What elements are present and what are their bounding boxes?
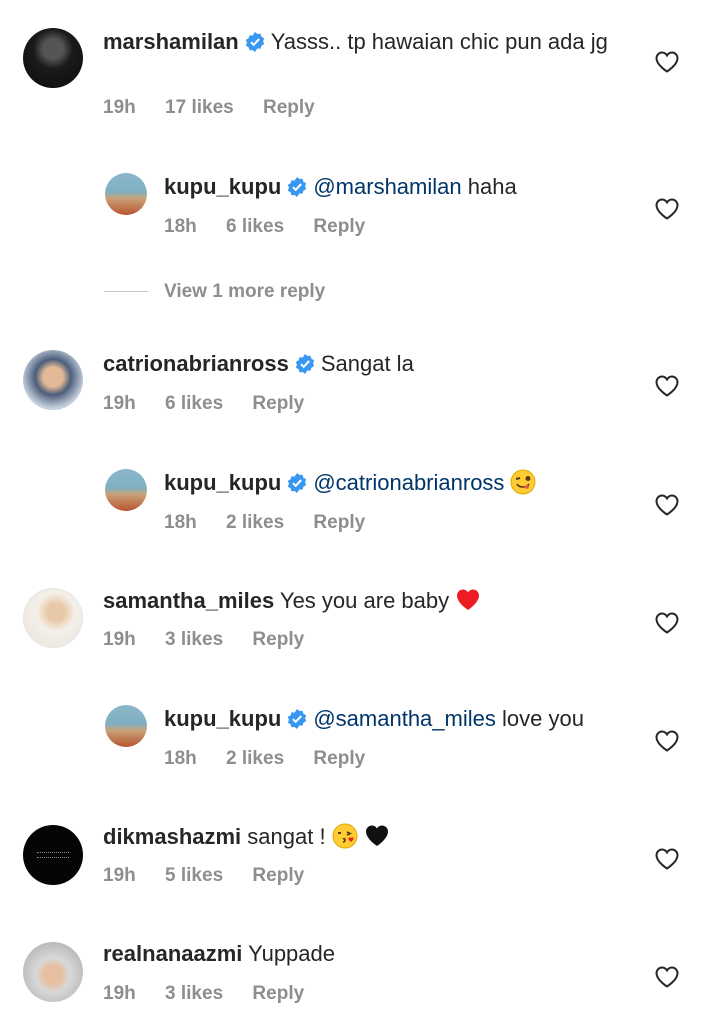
- username[interactable]: samantha_miles: [103, 588, 274, 613]
- avatar-logo: [37, 852, 69, 858]
- avatar[interactable]: [105, 469, 147, 511]
- likes-count[interactable]: 17 likes: [165, 97, 234, 118]
- timestamp: 19h: [103, 393, 136, 414]
- likes-count[interactable]: 3 likes: [165, 629, 223, 650]
- heart-icon[interactable]: [655, 966, 679, 988]
- avatar[interactable]: [23, 942, 83, 1002]
- avatar[interactable]: [23, 588, 83, 648]
- heart-icon[interactable]: [655, 494, 679, 516]
- likes-count[interactable]: 5 likes: [165, 865, 223, 886]
- avatar[interactable]: [23, 350, 83, 410]
- avatar[interactable]: [23, 28, 83, 88]
- timestamp: 19h: [103, 865, 136, 886]
- timestamp: 19h: [103, 983, 136, 1004]
- timestamp: 18h: [164, 748, 197, 769]
- kissing-face-emoji-icon: [332, 823, 358, 849]
- black-heart-emoji-icon: [365, 825, 388, 846]
- username[interactable]: marshamilan: [103, 29, 239, 54]
- likes-count[interactable]: 3 likes: [165, 983, 223, 1004]
- username[interactable]: kupu_kupu: [164, 470, 281, 495]
- reply-button[interactable]: Reply: [313, 748, 365, 769]
- comment-text: Yasss.. tp hawaian chic pun ada jg: [270, 29, 608, 54]
- red-heart-emoji-icon: [457, 589, 480, 610]
- reply-button[interactable]: Reply: [252, 629, 304, 650]
- likes-count[interactable]: 2 likes: [226, 512, 284, 533]
- reply-button[interactable]: Reply: [252, 983, 304, 1004]
- mention-link[interactable]: @catrionabrianross: [313, 470, 504, 495]
- heart-icon[interactable]: [655, 198, 679, 220]
- view-more-replies-button[interactable]: View 1 more reply: [104, 281, 325, 303]
- timestamp: 19h: [103, 629, 136, 650]
- timestamp: 18h: [164, 512, 197, 533]
- username[interactable]: realnanaazmi: [103, 941, 242, 966]
- verified-badge-icon: [288, 473, 307, 493]
- reply-button[interactable]: Reply: [313, 216, 365, 237]
- likes-count[interactable]: 2 likes: [226, 748, 284, 769]
- heart-icon[interactable]: [655, 730, 679, 752]
- timestamp: 18h: [164, 216, 197, 237]
- reply-button[interactable]: Reply: [313, 512, 365, 533]
- comment-text: haha: [467, 174, 517, 199]
- verified-badge-icon: [245, 32, 264, 52]
- username[interactable]: dikmashazmi: [103, 824, 241, 849]
- likes-count[interactable]: 6 likes: [165, 393, 223, 414]
- winking-tongue-emoji-icon: [510, 469, 536, 495]
- heart-icon[interactable]: [655, 612, 679, 634]
- reply-button[interactable]: Reply: [263, 97, 315, 118]
- avatar[interactable]: [105, 705, 147, 747]
- divider: [104, 291, 148, 293]
- comment-text: Yuppade: [248, 941, 335, 966]
- username[interactable]: catrionabrianross: [103, 351, 289, 376]
- heart-icon[interactable]: [655, 848, 679, 870]
- mention-link[interactable]: @samantha_miles: [313, 706, 496, 731]
- comment-text: love you: [502, 706, 584, 731]
- heart-icon[interactable]: [655, 51, 679, 73]
- heart-icon[interactable]: [655, 375, 679, 397]
- comment-text: Yes you are baby: [279, 588, 450, 613]
- username[interactable]: kupu_kupu: [164, 174, 281, 199]
- username[interactable]: kupu_kupu: [164, 706, 281, 731]
- verified-badge-icon: [295, 354, 314, 374]
- mention-link[interactable]: @marshamilan: [313, 174, 461, 199]
- view-more-label: View 1 more reply: [164, 281, 326, 302]
- reply-button[interactable]: Reply: [252, 865, 304, 886]
- verified-badge-icon: [288, 709, 307, 729]
- comment-text: Sangat la: [320, 351, 414, 376]
- reply-button[interactable]: Reply: [252, 393, 304, 414]
- avatar[interactable]: [23, 825, 83, 885]
- likes-count[interactable]: 6 likes: [226, 216, 284, 237]
- timestamp: 19h: [103, 97, 136, 118]
- verified-badge-icon: [288, 177, 307, 197]
- comment-text: sangat !: [247, 824, 326, 849]
- avatar[interactable]: [105, 173, 147, 215]
